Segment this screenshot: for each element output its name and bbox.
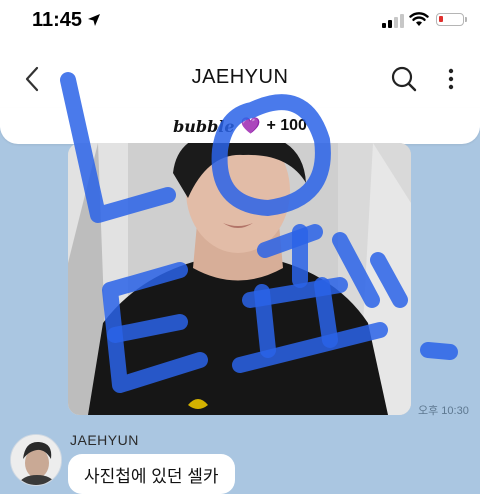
signal-icon — [382, 12, 404, 28]
avatar-image — [11, 435, 61, 485]
message-text: 사진첩에 있던 셀카 — [84, 466, 219, 486]
bubble-counter-bar: bubble 💜 + 100 — [0, 108, 480, 144]
bubble-brand-logo: bubble — [173, 116, 235, 136]
selfie-photo — [68, 143, 411, 415]
message-time: 오후 10:30 — [418, 405, 469, 417]
location-arrow-icon — [88, 14, 100, 26]
message-bubble[interactable]: 사진첩에 있던 셀카 — [68, 454, 235, 494]
status-bar: 11:45 — [0, 0, 480, 46]
photo-message[interactable] — [68, 143, 411, 415]
sender-name: JAEHYUN — [70, 432, 139, 448]
chat-header: JAEHYUN — [0, 46, 480, 108]
battery-icon — [436, 13, 464, 26]
status-time: 11:45 — [32, 9, 83, 31]
battery-cap — [465, 17, 467, 22]
more-vertical-icon[interactable] — [447, 68, 455, 90]
wifi-icon — [409, 12, 429, 26]
purple-heart-icon: 💜 — [240, 118, 261, 135]
search-icon[interactable] — [390, 65, 418, 93]
bubble-count: + 100 — [266, 117, 307, 134]
avatar[interactable] — [10, 434, 62, 486]
